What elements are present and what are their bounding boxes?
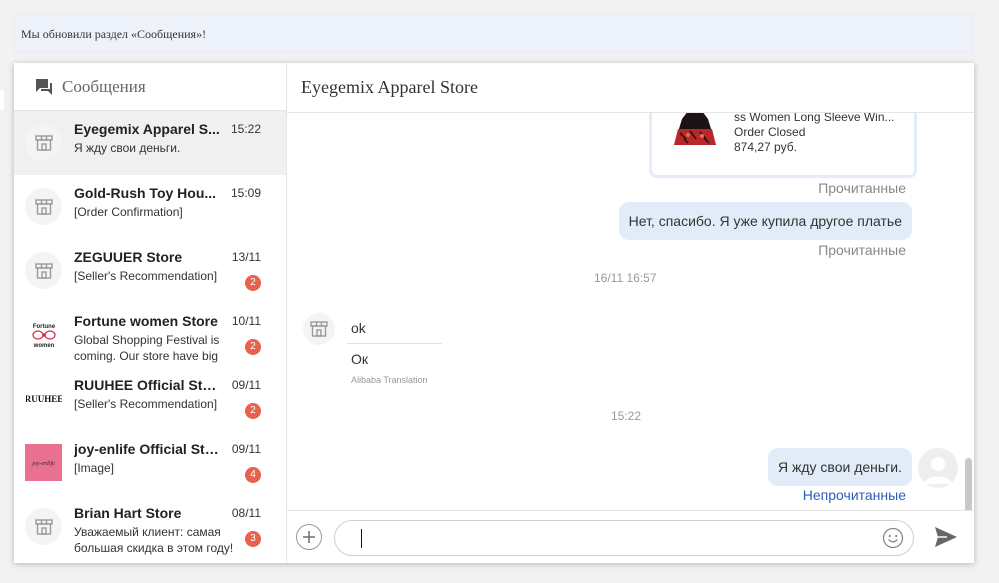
store-avatar [25, 124, 62, 161]
conversation-preview: [Order Confirmation] [74, 205, 183, 219]
message-scrollbar[interactable] [965, 458, 972, 510]
conversation-preview: Я жду свои деньги. [74, 141, 181, 155]
store-icon [34, 518, 53, 535]
conversation-name: Gold-Rush Toy Hou... [74, 185, 217, 201]
text-caret [361, 529, 362, 548]
translation-label: Alibaba Translation [351, 375, 428, 385]
conversation-time: 15:22 [230, 122, 261, 136]
conversation-time: 15:09 [230, 186, 261, 200]
store-icon [34, 134, 53, 151]
chat-title: Eyegemix Apparel Store [287, 63, 974, 113]
conversation-preview: Global Shopping Festival is coming. Our … [74, 333, 220, 363]
sidebar-title: Сообщения [62, 76, 146, 96]
svg-text:women: women [32, 343, 54, 349]
conversation-time: 09/11 [231, 378, 261, 392]
store-avatar [303, 313, 335, 345]
store-logo: joy-enlife [25, 444, 62, 481]
messages-icon [36, 78, 52, 95]
order-card[interactable]: ss Women Long Sleeve Win... Order Closed… [649, 113, 917, 178]
outgoing-message: Я жду свои деньги. [768, 448, 912, 486]
conversation-preview: [Seller's Recommendation] [74, 397, 218, 411]
conversation-preview: [Seller's Recommendation] [74, 269, 218, 283]
attach-button[interactable] [296, 524, 322, 550]
store-logo: RUUHEE [25, 380, 62, 417]
unread-badge: 3 [245, 531, 261, 547]
emoji-icon[interactable] [882, 527, 904, 549]
unread-status: Непрочитанные [802, 487, 906, 503]
incoming-translated-text: Ок [351, 351, 369, 367]
conversation-item[interactable]: RUUHEE RUUHEE Official Store 09/11 [Sell… [14, 367, 286, 431]
conversation-preview: [Image] [74, 461, 115, 475]
incoming-original-text: ok [347, 315, 442, 344]
incoming-message: ok Ок Alibaba Translation [347, 315, 442, 385]
conversation-name: ZEGUUER Store [74, 249, 183, 265]
outgoing-message: Нет, спасибо. Я уже купила другое платье [618, 202, 912, 240]
conversation-item[interactable]: Gold-Rush Toy Hou... 15:09 [Order Confir… [14, 175, 286, 239]
svg-text:RUUHEE: RUUHEE [26, 394, 62, 404]
conversation-time: 09/11 [231, 442, 261, 456]
unread-badge: 2 [245, 403, 261, 419]
messages-panel: Сообщения Eyegemix Apparel S... 15:22 Я … [14, 63, 974, 563]
store-logo: Fortune women [25, 316, 62, 353]
conversation-item[interactable]: Fortune women Fortune women Store 10/11 … [14, 303, 286, 367]
message-input[interactable] [355, 527, 879, 551]
conversation-preview: Уважаемый клиент: самая большая скидка в… [74, 525, 234, 555]
user-avatar [918, 448, 958, 488]
order-price: 874,27 руб. [734, 140, 797, 154]
store-avatar [25, 188, 62, 225]
conversation-item[interactable]: Eyegemix Apparel S... 15:22 Я жду свои д… [14, 111, 286, 175]
conversation-sidebar: Сообщения Eyegemix Apparel S... 15:22 Я … [14, 63, 287, 563]
ruuhee-logo: RUUHEE [26, 394, 62, 404]
store-icon [34, 198, 53, 215]
conversation-name: joy-enlife Official Store [74, 441, 224, 457]
dress-thumbnail [674, 113, 716, 145]
unread-badge: 2 [245, 275, 261, 291]
send-icon[interactable] [934, 526, 958, 548]
update-notice: Мы обновили раздел «Сообщения»! [14, 14, 973, 52]
sidebar-header: Сообщения [14, 63, 286, 111]
message-list[interactable]: ss Women Long Sleeve Win... Order Closed… [287, 113, 974, 510]
date-separator: 15:22 [611, 409, 642, 423]
svg-text:joy-enlife: joy-enlife [31, 460, 55, 467]
conversation-time: 13/11 [231, 250, 261, 264]
conversation-time: 10/11 [231, 314, 261, 328]
message-input-wrapper [334, 520, 914, 556]
composer [287, 510, 974, 564]
store-avatar [25, 508, 62, 545]
chat-pane: Eyegemix Apparel Store ss Women Long Sle… [287, 63, 974, 563]
fortune-women-logo: Fortune women [31, 324, 55, 349]
date-separator: 16/11 16:57 [594, 271, 657, 285]
conversation-time: 08/11 [231, 506, 261, 520]
store-avatar [25, 252, 62, 289]
conversation-name: Eyegemix Apparel S... [74, 121, 220, 137]
conversation-item[interactable]: Brian Hart Store 08/11 Уважаемый клиент:… [14, 495, 286, 559]
unread-badge: 4 [245, 467, 261, 483]
user-icon [924, 457, 952, 484]
read-status: Прочитанные [818, 242, 906, 258]
left-edge-tab [0, 90, 4, 110]
order-product-title: ss Women Long Sleeve Win... [734, 113, 895, 124]
read-status: Прочитанные [818, 180, 906, 196]
store-icon [34, 262, 53, 279]
unread-badge: 2 [245, 339, 261, 355]
conversation-name: RUUHEE Official Store [74, 377, 224, 393]
order-status: Order Closed [734, 125, 806, 139]
store-icon [310, 321, 328, 337]
conversation-item[interactable]: joy-enlife joy-enlife Official Store 09/… [14, 431, 286, 495]
joy-enlife-logo: joy-enlife [25, 444, 62, 481]
svg-text:Fortune: Fortune [32, 324, 55, 330]
conversation-name: Fortune women Store [74, 313, 218, 329]
plus-icon [303, 531, 315, 543]
conversation-name: Brian Hart Store [74, 505, 182, 521]
conversation-item[interactable]: ZEGUUER Store 13/11 [Seller's Recommenda… [14, 239, 286, 303]
